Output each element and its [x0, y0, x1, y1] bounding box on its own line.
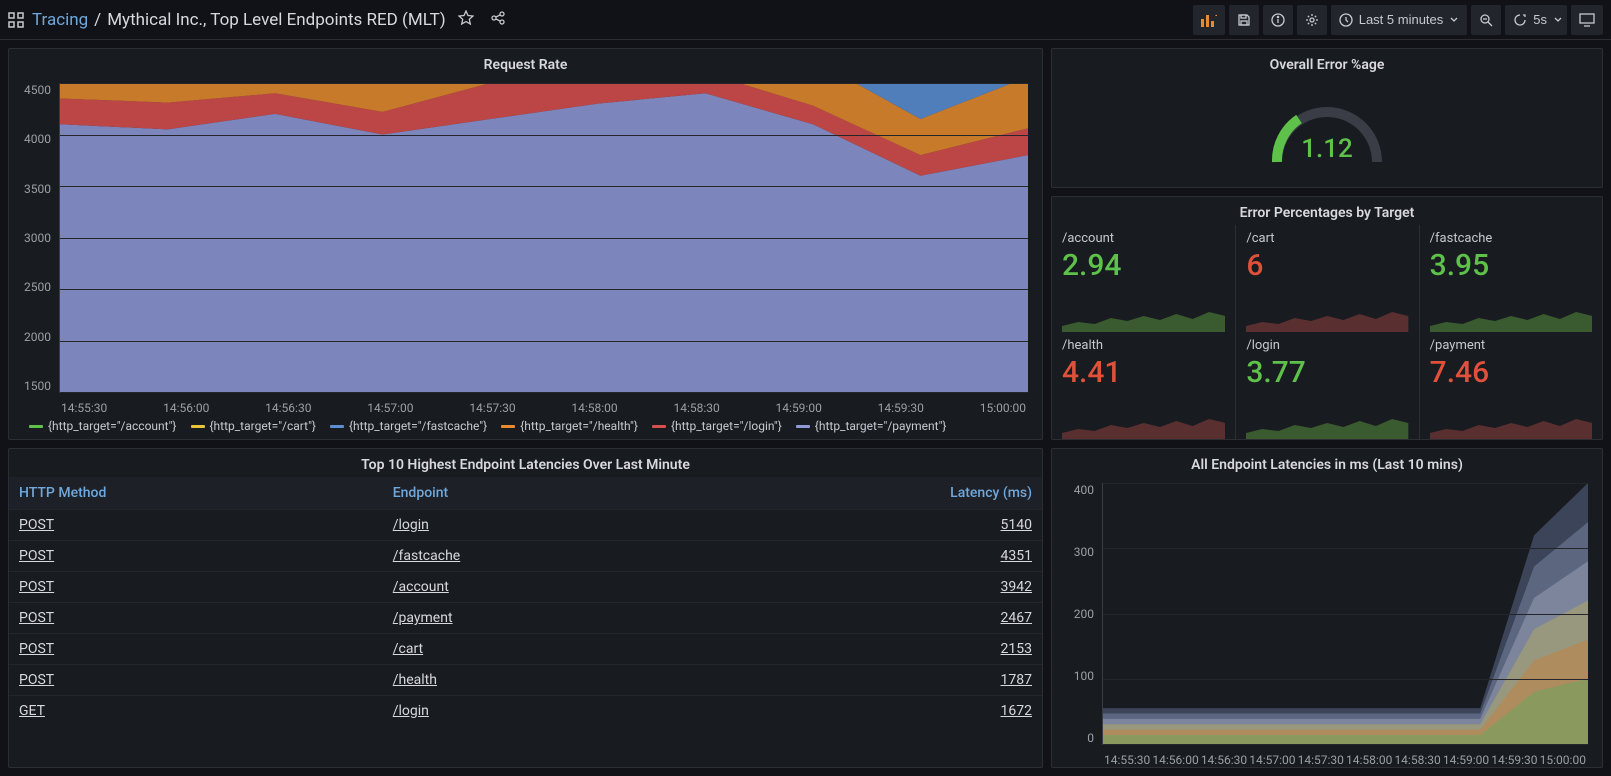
panel-request-rate[interactable]: Request Rate 450040003500300025002000150… — [8, 48, 1043, 440]
tv-mode-button[interactable] — [1571, 5, 1603, 35]
table-header[interactable]: Endpoint — [383, 477, 688, 510]
table-row[interactable]: POST/cart2153 — [9, 634, 1042, 665]
error-cell[interactable]: /fastcache3.95 — [1419, 225, 1602, 332]
breadcrumb: Tracing / Mythical Inc., Top Level Endpo… — [32, 10, 446, 30]
legend-item[interactable]: {http_target="/fastcache"} — [330, 419, 487, 433]
panel-overall-error[interactable]: Overall Error %age 1.12 — [1051, 48, 1603, 188]
panel-title: Request Rate — [9, 49, 1042, 77]
share-button[interactable] — [486, 6, 510, 33]
legend-item[interactable]: {http_target="/account"} — [29, 419, 177, 433]
chevron-down-icon — [1553, 15, 1563, 25]
star-button[interactable] — [454, 6, 478, 33]
svg-text:+: + — [1215, 13, 1217, 22]
plot-area[interactable] — [1102, 483, 1588, 745]
y-axis: 4500400035003000250020001500 — [9, 83, 55, 393]
chart-area[interactable]: 4500400035003000250020001500 14:55:3014:… — [9, 77, 1042, 415]
legend: {http_target="/account"} {http_target="/c… — [9, 415, 1042, 439]
error-cell[interactable]: /health4.41 — [1052, 332, 1235, 439]
y-axis: 4003002001000 — [1052, 483, 1098, 745]
panel-top10-latencies[interactable]: Top 10 Highest Endpoint Latencies Over L… — [8, 448, 1043, 768]
chevron-down-icon — [1449, 15, 1459, 25]
save-button[interactable] — [1229, 5, 1259, 35]
breadcrumb-title: Mythical Inc., Top Level Endpoints RED (… — [107, 10, 445, 30]
legend-item[interactable]: {http_target="/cart"} — [191, 419, 317, 433]
dashboard-grid-icon[interactable] — [8, 12, 24, 28]
time-range-button[interactable]: Last 5 minutes — [1331, 5, 1468, 35]
info-button[interactable] — [1263, 5, 1293, 35]
zoom-out-button[interactable] — [1471, 5, 1501, 35]
legend-item[interactable]: {http_target="/health"} — [501, 419, 638, 433]
panel-error-targets[interactable]: Error Percentages by Target /account2.94… — [1051, 196, 1603, 440]
x-axis: 14:55:3014:56:0014:56:3014:57:0014:57:30… — [1102, 751, 1588, 767]
plot-area[interactable] — [59, 83, 1028, 393]
top-toolbar: Tracing / Mythical Inc., Top Level Endpo… — [0, 0, 1611, 40]
breadcrumb-sep: / — [94, 10, 101, 30]
error-cell[interactable]: /login3.77 — [1235, 332, 1418, 439]
table-row[interactable]: POST/fastcache4351 — [9, 541, 1042, 572]
add-panel-button[interactable]: + — [1193, 5, 1225, 35]
svg-text:1.12: 1.12 — [1301, 134, 1353, 164]
legend-item[interactable]: {http_target="/payment"} — [796, 419, 947, 433]
panel-all-latencies[interactable]: All Endpoint Latencies in ms (Last 10 mi… — [1051, 448, 1603, 768]
table-header[interactable]: HTTP Method — [9, 477, 383, 510]
legend-item[interactable]: {http_target="/login"} — [652, 419, 782, 433]
refresh-button[interactable]: 5s — [1505, 5, 1567, 35]
error-cell[interactable]: /cart6 — [1235, 225, 1418, 332]
latency-table: HTTP MethodEndpointLatency (ms) POST/log… — [9, 477, 1042, 726]
error-cell[interactable]: /account2.94 — [1052, 225, 1235, 332]
table-row[interactable]: POST/payment2467 — [9, 603, 1042, 634]
panel-title: Error Percentages by Target — [1052, 197, 1602, 225]
panel-title: All Endpoint Latencies in ms (Last 10 mi… — [1052, 449, 1602, 477]
panel-title: Overall Error %age — [1052, 49, 1602, 77]
table-header[interactable]: Latency (ms) — [687, 477, 1042, 510]
table-row[interactable]: POST/health1787 — [9, 665, 1042, 696]
time-range-label: Last 5 minutes — [1359, 12, 1444, 27]
table-row[interactable]: POST/login5140 — [9, 510, 1042, 541]
gauge: 1.12 — [1052, 77, 1602, 187]
x-axis: 14:55:3014:56:0014:56:3014:57:0014:57:30… — [59, 399, 1028, 415]
breadcrumb-root[interactable]: Tracing — [32, 10, 88, 30]
panel-title: Top 10 Highest Endpoint Latencies Over L… — [9, 449, 1042, 477]
refresh-label: 5s — [1533, 12, 1547, 27]
chart-area[interactable]: 4003002001000 14:55:3014:56:0014:56:3014… — [1052, 477, 1602, 767]
settings-button[interactable] — [1297, 5, 1327, 35]
table-row[interactable]: POST/account3942 — [9, 572, 1042, 603]
error-cell[interactable]: /payment7.46 — [1419, 332, 1602, 439]
table-row[interactable]: GET/login1672 — [9, 696, 1042, 727]
